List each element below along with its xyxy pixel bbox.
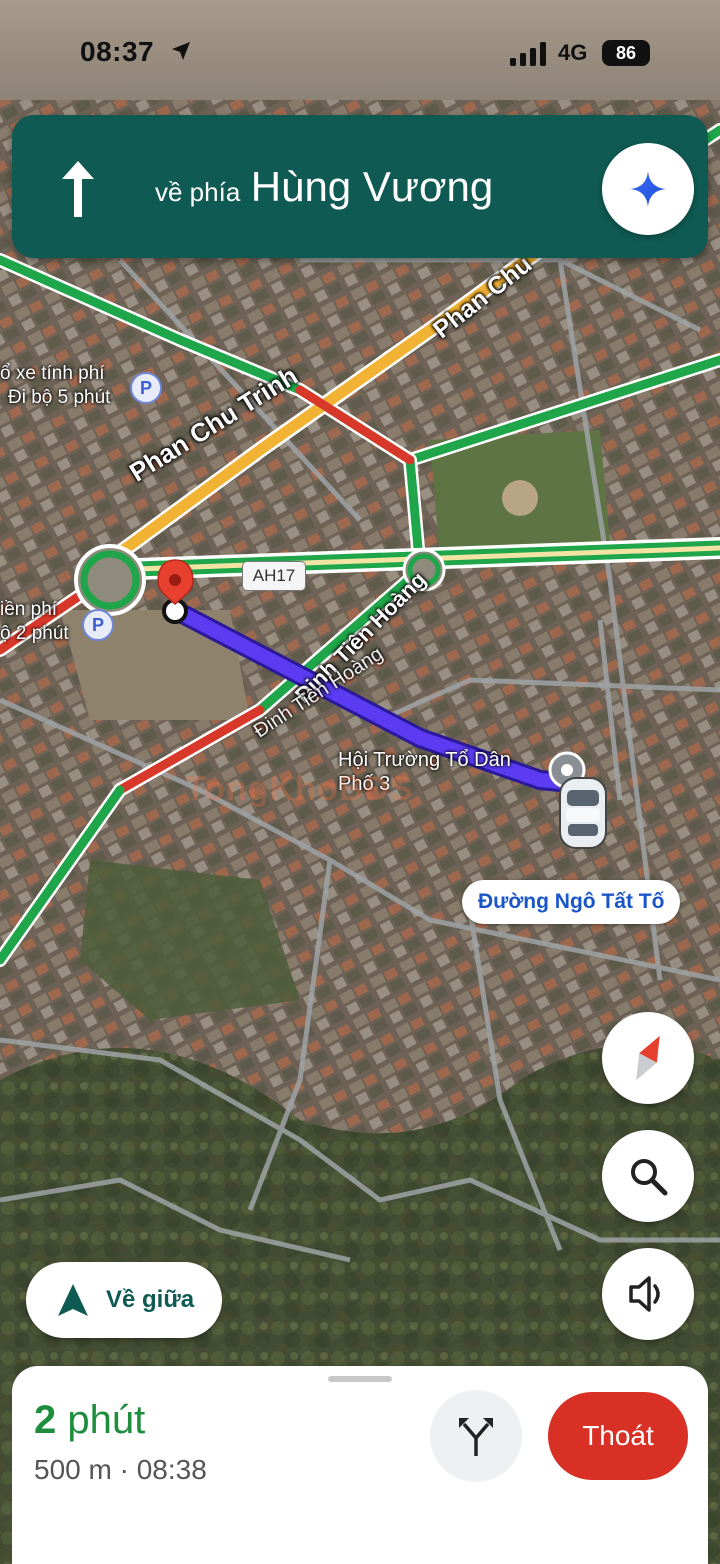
destination-pin-icon[interactable]: [157, 559, 194, 624]
recenter-button[interactable]: Về giữa: [26, 1262, 222, 1338]
search-button[interactable]: [602, 1130, 694, 1222]
highway-shield: AH17: [242, 561, 306, 591]
direction-banner[interactable]: về phía Hùng Vương: [12, 115, 708, 258]
status-bar: 08:37 4G 86: [0, 0, 720, 100]
alternate-routes-button[interactable]: [430, 1390, 522, 1482]
parking-2-line1: iền phí: [0, 599, 58, 620]
network-type: 4G: [558, 40, 588, 65]
car-icon: [559, 777, 607, 849]
recenter-label: Về giữa: [106, 1286, 195, 1313]
route-fork-icon: [459, 1418, 493, 1456]
parking-icon[interactable]: P: [82, 609, 114, 641]
eta-duration-value: 2: [34, 1398, 57, 1442]
parking-1-line2: Đi bộ 5 phút: [8, 387, 111, 408]
parking-2-line2: ộ 2 phút: [0, 623, 69, 644]
eta-duration-unit: phút: [67, 1398, 146, 1442]
destination-line1: Hội Trường Tổ Dân: [338, 749, 511, 771]
sheet-handle[interactable]: [328, 1376, 392, 1382]
gemini-sparkle-icon: [630, 171, 666, 207]
battery-icon: 86: [602, 40, 650, 66]
compass-button[interactable]: [602, 1012, 694, 1104]
straight-arrow-icon: [62, 161, 94, 217]
signal-bars-icon: [510, 42, 546, 66]
volume-icon: [629, 1276, 660, 1312]
banner-street: Hùng Vương: [250, 163, 494, 210]
parking-2-label[interactable]: iền phí ộ 2 phút: [0, 598, 69, 646]
status-time: 08:37: [80, 36, 155, 67]
compass-icon: [636, 1035, 660, 1081]
eta-details: 500 m · 08:38: [34, 1454, 207, 1485]
navigation-arrow-icon: [58, 1284, 88, 1316]
watermark: TongKhoBĐS: [185, 770, 414, 808]
parking-icon[interactable]: P: [130, 372, 162, 404]
sound-button[interactable]: [602, 1248, 694, 1340]
current-street-chip: Đường Ngô Tất Tố: [462, 880, 681, 924]
banner-instruction: về phía Hùng Vương: [155, 163, 493, 211]
search-icon: [631, 1159, 668, 1196]
parking-1-line1: ổ xe tính phí: [0, 363, 105, 384]
eta-duration: 2 phút: [34, 1398, 145, 1443]
trip-sheet[interactable]: 2 phút 500 m · 08:38 Thoát: [12, 1366, 708, 1564]
exit-button[interactable]: Thoát: [548, 1392, 688, 1480]
location-arrow-icon: [172, 42, 190, 60]
parking-1-label[interactable]: ổ xe tính phí Đi bộ 5 phút: [0, 362, 110, 410]
banner-prefix: về phía: [155, 177, 241, 207]
gemini-button[interactable]: [602, 143, 694, 235]
